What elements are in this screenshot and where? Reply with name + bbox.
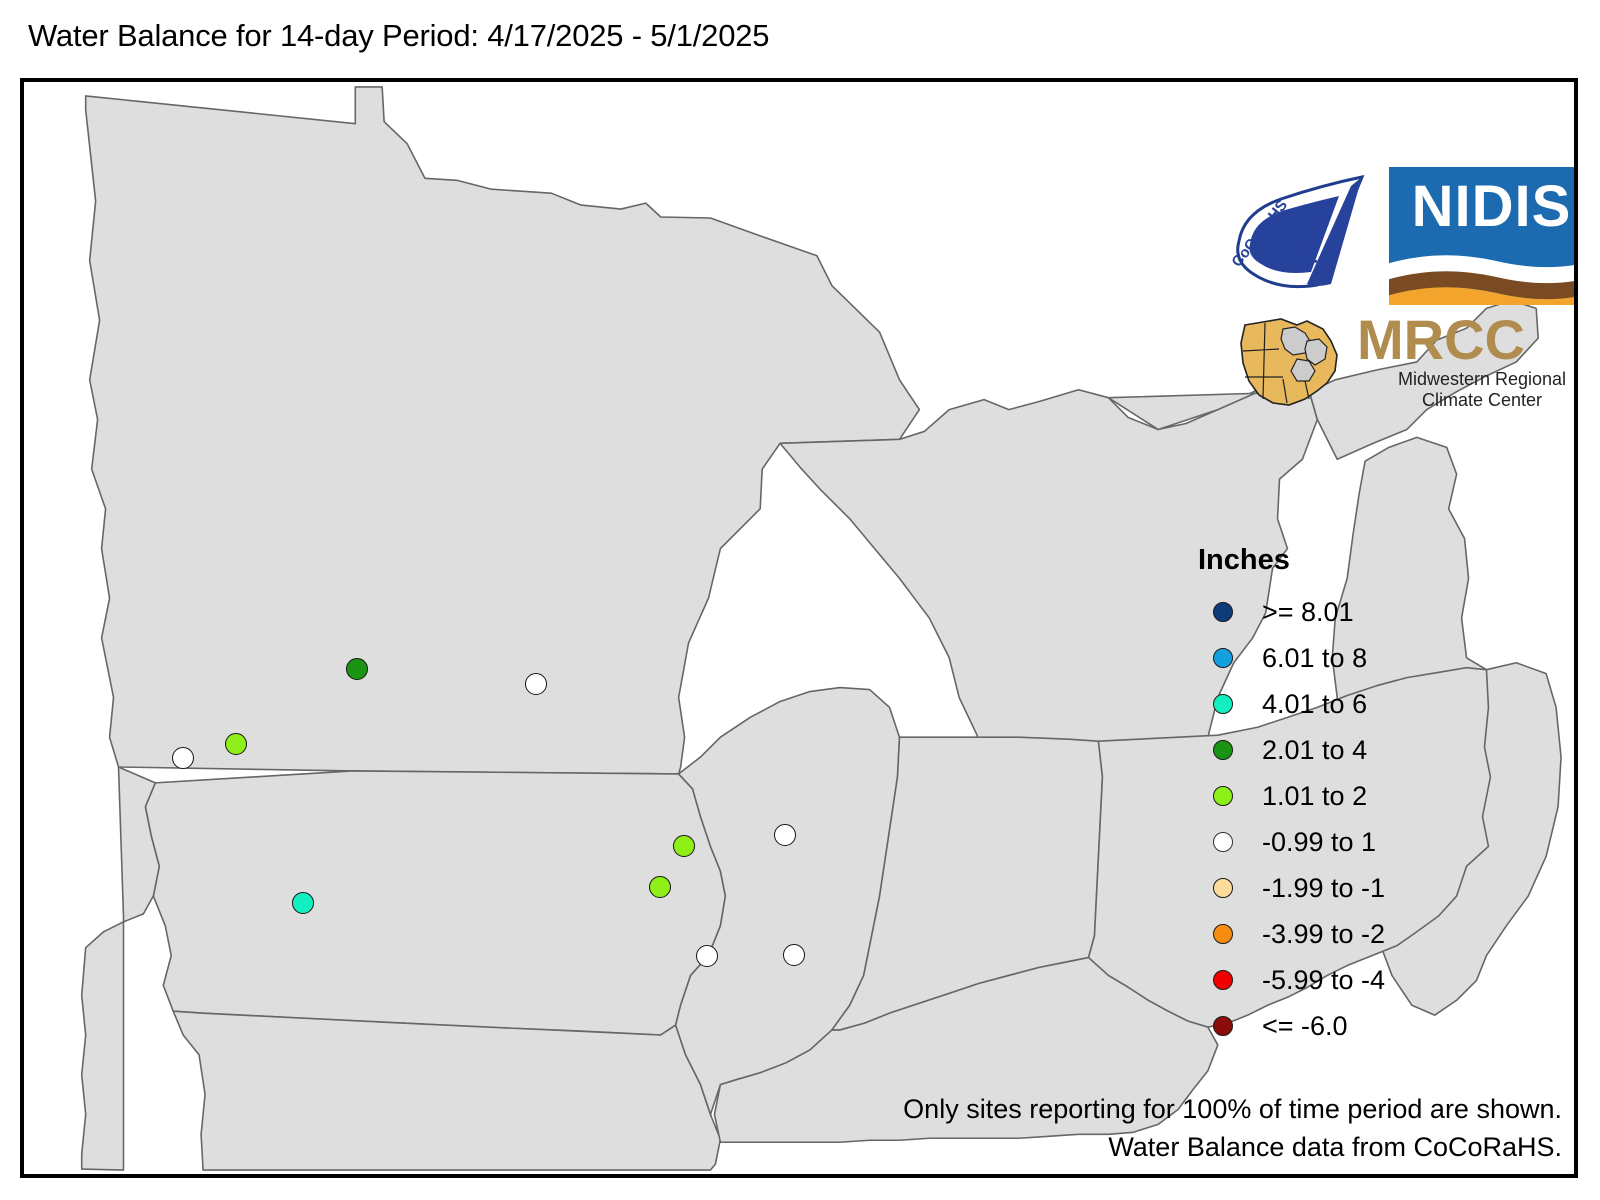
legend-label: -1.99 to -1 (1262, 872, 1386, 903)
nidis-wordmark: NIDIS (1411, 174, 1572, 239)
legend-label: 2.01 to 4 (1262, 734, 1368, 765)
legend-swatch-wrap (1184, 1016, 1262, 1036)
legend-row: -0.99 to 1 (1184, 819, 1484, 865)
legend-swatch-icon (1213, 878, 1233, 898)
legend-label: >= 8.01 (1262, 596, 1354, 627)
legend-label: <= -6.0 (1262, 1010, 1348, 1041)
legend-title: Inches (1198, 544, 1290, 576)
legend-swatch-icon (1213, 1016, 1233, 1036)
mrcc-wordmark: MRCC (1357, 308, 1525, 371)
legend-swatch-icon (1213, 694, 1233, 714)
legend-swatch-icon (1213, 602, 1233, 622)
state-nebraska (80, 766, 161, 1171)
nidis-landscape-bands (1389, 255, 1574, 305)
mrcc-logo: MRCC Midwestern Regional Climate Center (1239, 311, 1574, 415)
map-data-point[interactable] (346, 658, 368, 680)
legend-row: 4.01 to 6 (1184, 681, 1484, 727)
legend-swatch-icon (1213, 648, 1233, 668)
mrcc-subtitle-line2: Climate Center (1421, 390, 1543, 410)
nidis-logo: NIDIS (1389, 167, 1574, 305)
state-minnesota (84, 86, 921, 775)
legend-row: -1.99 to -1 (1184, 865, 1484, 911)
legend: Inches >= 8.01 6.01 to 8 4.01 to 6 2.01 to … (1184, 544, 1484, 1049)
page-title: Water Balance for 14-day Period: 4/17/20… (28, 18, 770, 53)
legend-label: 6.01 to 8 (1262, 642, 1368, 673)
legend-row: 2.01 to 4 (1184, 727, 1484, 773)
legend-label: -0.99 to 1 (1262, 826, 1377, 857)
footer-note-line2: Water Balance data from CoCoRaHS. (1108, 1132, 1562, 1162)
footer-note-line1: Only sites reporting for 100% of time pe… (903, 1094, 1562, 1124)
legend-label: 4.01 to 6 (1262, 688, 1368, 719)
legend-swatch-icon (1213, 786, 1233, 806)
legend-swatch-icon (1213, 970, 1233, 990)
legend-label: -5.99 to -4 (1262, 964, 1386, 995)
map-data-point[interactable] (292, 892, 314, 914)
legend-row: >= 8.01 (1184, 589, 1484, 635)
map-data-point[interactable] (225, 733, 247, 755)
legend-row: -5.99 to -4 (1184, 957, 1484, 1003)
map-frame: CoCoRaHS NIDIS MRCC Midwestern Regional … (20, 78, 1578, 1178)
cocorahs-logo: CoCoRaHS (1219, 172, 1374, 297)
mrcc-midwest-map-icon (1240, 318, 1338, 406)
map-data-point[interactable] (172, 747, 194, 769)
mrcc-subtitle-line1: Midwestern Regional (1397, 369, 1567, 389)
legend-row: 6.01 to 8 (1184, 635, 1484, 681)
map-data-point[interactable] (673, 835, 695, 857)
state-iowa (144, 770, 727, 1036)
logo-row: CoCoRaHS NIDIS MRCC Midwestern Regional … (1204, 167, 1574, 415)
map-data-point[interactable] (783, 944, 805, 966)
legend-swatch-wrap (1184, 970, 1262, 990)
footer-notes: Only sites reporting for 100% of time pe… (903, 1090, 1562, 1166)
legend-swatch-wrap (1184, 878, 1262, 898)
legend-row: <= -6.0 (1184, 1003, 1484, 1049)
mrcc-subtitle: Midwestern Regional Climate Center (1367, 369, 1574, 411)
legend-swatch-wrap (1184, 602, 1262, 622)
legend-swatch-wrap (1184, 924, 1262, 944)
map-data-point[interactable] (696, 945, 718, 967)
legend-rows: >= 8.01 6.01 to 8 4.01 to 6 2.01 to 4 1.01 t… (1184, 589, 1484, 1049)
legend-swatch-wrap (1184, 740, 1262, 760)
legend-swatch-wrap (1184, 786, 1262, 806)
legend-swatch-icon (1213, 924, 1233, 944)
legend-swatch-wrap (1184, 694, 1262, 714)
map-data-point[interactable] (649, 876, 671, 898)
state-missouri (172, 1010, 722, 1171)
legend-swatch-wrap (1184, 832, 1262, 852)
legend-label: 1.01 to 2 (1262, 780, 1368, 811)
legend-row: 1.01 to 2 (1184, 773, 1484, 819)
map-data-point[interactable] (774, 824, 796, 846)
legend-swatch-icon (1213, 740, 1233, 760)
legend-swatch-icon (1213, 832, 1233, 852)
legend-swatch-wrap (1184, 648, 1262, 668)
map-data-point[interactable] (525, 673, 547, 695)
cocorahs-icon: CoCoRaHS (1228, 174, 1365, 289)
legend-label: -3.99 to -2 (1262, 918, 1386, 949)
legend-row: -3.99 to -2 (1184, 911, 1484, 957)
